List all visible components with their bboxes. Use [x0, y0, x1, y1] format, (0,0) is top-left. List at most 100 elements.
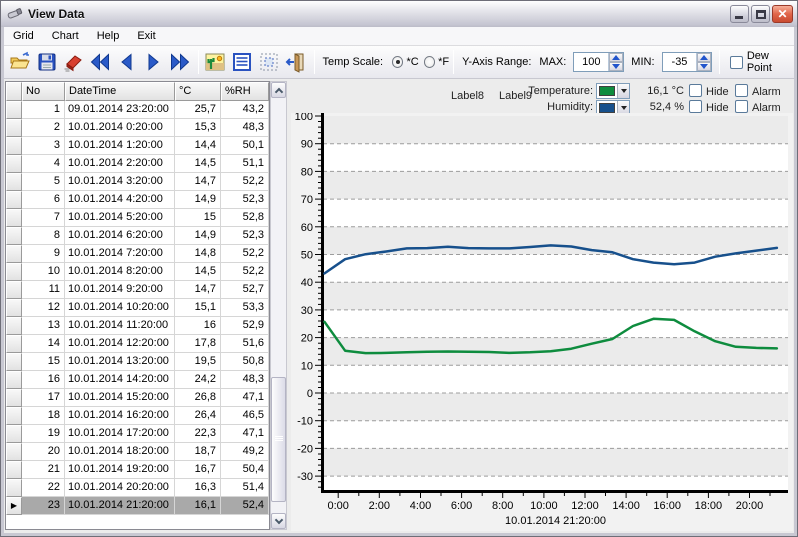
last-record-button[interactable] [168, 49, 193, 75]
temperature-color-select[interactable] [596, 83, 630, 99]
menu-chart[interactable]: Chart [43, 28, 88, 44]
close-button[interactable]: ✕ [772, 5, 793, 23]
table-row[interactable]: 610.01.2014 4:20:0014,952,3 [6, 191, 269, 209]
column-header-rh[interactable]: %RH [221, 82, 269, 101]
grid-corner [6, 82, 22, 101]
svg-text:40: 40 [301, 277, 313, 289]
chart-panel: Label8 Label9 Temperature: Humidity: 16,… [291, 81, 794, 532]
table-row[interactable]: 910.01.2014 7:20:0014,852,2 [6, 245, 269, 263]
row-indicator [6, 407, 22, 425]
chart-image-button[interactable] [203, 49, 228, 75]
toolbar: Temp Scale: *C *F Y-Axis Range: MAX: 100… [4, 46, 794, 79]
hide-humidity-checkbox[interactable] [689, 100, 702, 113]
table-row[interactable]: 1510.01.2014 13:20:0019,550,8 [6, 353, 269, 371]
table-row[interactable]: 1810.01.2014 16:20:0026,446,5 [6, 407, 269, 425]
previous-record-button[interactable] [114, 49, 139, 75]
dew-point-checkbox[interactable] [730, 56, 742, 69]
select-button[interactable] [256, 49, 281, 75]
open-file-button[interactable] [8, 49, 33, 75]
max-spinedit[interactable]: 100 [573, 52, 624, 72]
cell-rh: 52,3 [221, 227, 269, 245]
scroll-up-button[interactable] [271, 82, 286, 98]
table-row[interactable]: 310.01.2014 1:20:0014,450,1 [6, 137, 269, 155]
table-row[interactable]: 109.01.2014 23:20:0025,743,2 [6, 101, 269, 119]
cell-rh: 52,9 [221, 317, 269, 335]
hide-temperature-checkbox[interactable] [689, 84, 702, 97]
column-header-no[interactable]: No [22, 82, 65, 101]
alarm-humidity-checkbox[interactable] [735, 100, 748, 113]
cell-temp: 15,3 [175, 119, 221, 137]
cell-no: 19 [22, 425, 65, 443]
svg-text:20:00: 20:00 [736, 500, 764, 512]
min-spinedit[interactable]: -35 [662, 52, 713, 72]
table-row[interactable]: 2110.01.2014 19:20:0016,750,4 [6, 461, 269, 479]
cell-rh: 51,1 [221, 155, 269, 173]
table-row[interactable]: 710.01.2014 5:20:001552,8 [6, 209, 269, 227]
scroll-down-button[interactable] [271, 513, 286, 529]
row-indicator [6, 155, 22, 173]
exit-door-icon [284, 51, 306, 73]
cell-no: 17 [22, 389, 65, 407]
cell-rh: 52,8 [221, 209, 269, 227]
cell-no: 11 [22, 281, 65, 299]
exit-button[interactable] [283, 49, 308, 75]
column-header-datetime[interactable]: DateTime [65, 82, 175, 101]
cell-temp: 14,9 [175, 191, 221, 209]
cell-datetime: 10.01.2014 21:20:00 [65, 497, 175, 515]
max-spin-down-button[interactable] [609, 62, 623, 71]
row-indicator [6, 263, 22, 281]
min-spin-down-button[interactable] [697, 62, 711, 71]
row-indicator [6, 479, 22, 497]
cell-datetime: 10.01.2014 5:20:00 [65, 209, 175, 227]
fahrenheit-radio[interactable] [424, 56, 435, 68]
grid-body: 109.01.2014 23:20:0025,743,2210.01.2014 … [6, 101, 269, 515]
table-row[interactable]: 210.01.2014 0:20:0015,348,3 [6, 119, 269, 137]
save-button[interactable] [35, 49, 60, 75]
table-row[interactable]: 1310.01.2014 11:20:001652,9 [6, 317, 269, 335]
table-row[interactable]: 510.01.2014 3:20:0014,752,2 [6, 173, 269, 191]
celsius-radio[interactable] [392, 56, 403, 68]
maximize-button[interactable] [751, 5, 770, 23]
double-arrow-left-icon [89, 51, 111, 73]
menu-exit[interactable]: Exit [128, 28, 164, 44]
table-row[interactable]: 1010.01.2014 8:20:0014,552,2 [6, 263, 269, 281]
cell-rh: 50,8 [221, 353, 269, 371]
min-label: MIN: [631, 56, 654, 68]
cell-no: 6 [22, 191, 65, 209]
table-row[interactable]: 1910.01.2014 17:20:0022,347,1 [6, 425, 269, 443]
alarm-temperature-checkbox[interactable] [735, 84, 748, 97]
table-row[interactable]: 1610.01.2014 14:20:0024,248,3 [6, 371, 269, 389]
cell-rh: 52,2 [221, 245, 269, 263]
hide-temperature-label: Hide [706, 85, 729, 99]
column-header-temp[interactable]: °C [175, 82, 221, 101]
max-spin-up-button[interactable] [609, 53, 623, 62]
grid-view-button[interactable] [230, 49, 255, 75]
min-spin-up-button[interactable] [697, 53, 711, 62]
menu-grid[interactable]: Grid [4, 28, 43, 44]
next-record-button[interactable] [141, 49, 166, 75]
scrollbar-thumb[interactable] [271, 377, 286, 502]
min-value[interactable]: -35 [663, 53, 697, 71]
table-row[interactable]: 1210.01.2014 10:20:0015,153,3 [6, 299, 269, 317]
table-row[interactable]: 2210.01.2014 20:20:0016,351,4 [6, 479, 269, 497]
grid-scrollbar[interactable] [270, 81, 287, 530]
menu-help[interactable]: Help [88, 28, 129, 44]
cell-rh: 52,7 [221, 281, 269, 299]
table-row[interactable]: 1110.01.2014 9:20:0014,752,7 [6, 281, 269, 299]
erase-button[interactable] [61, 49, 86, 75]
table-row[interactable]: 1410.01.2014 12:20:0017,851,6 [6, 335, 269, 353]
humidity-label: Humidity: [527, 100, 593, 114]
table-row[interactable]: ▶2310.01.2014 21:20:0016,152,4 [6, 497, 269, 515]
max-value[interactable]: 100 [574, 53, 608, 71]
cell-temp: 14,5 [175, 263, 221, 281]
table-row[interactable]: 1710.01.2014 15:20:0026,847,1 [6, 389, 269, 407]
toolbar-separator [719, 50, 720, 74]
minimize-button[interactable] [730, 5, 749, 23]
table-row[interactable]: 2010.01.2014 18:20:0018,749,2 [6, 443, 269, 461]
svg-text:80: 80 [301, 166, 313, 178]
svg-text:30: 30 [301, 305, 313, 317]
cell-rh: 53,3 [221, 299, 269, 317]
table-row[interactable]: 810.01.2014 6:20:0014,952,3 [6, 227, 269, 245]
table-row[interactable]: 410.01.2014 2:20:0014,551,1 [6, 155, 269, 173]
first-record-button[interactable] [88, 49, 113, 75]
